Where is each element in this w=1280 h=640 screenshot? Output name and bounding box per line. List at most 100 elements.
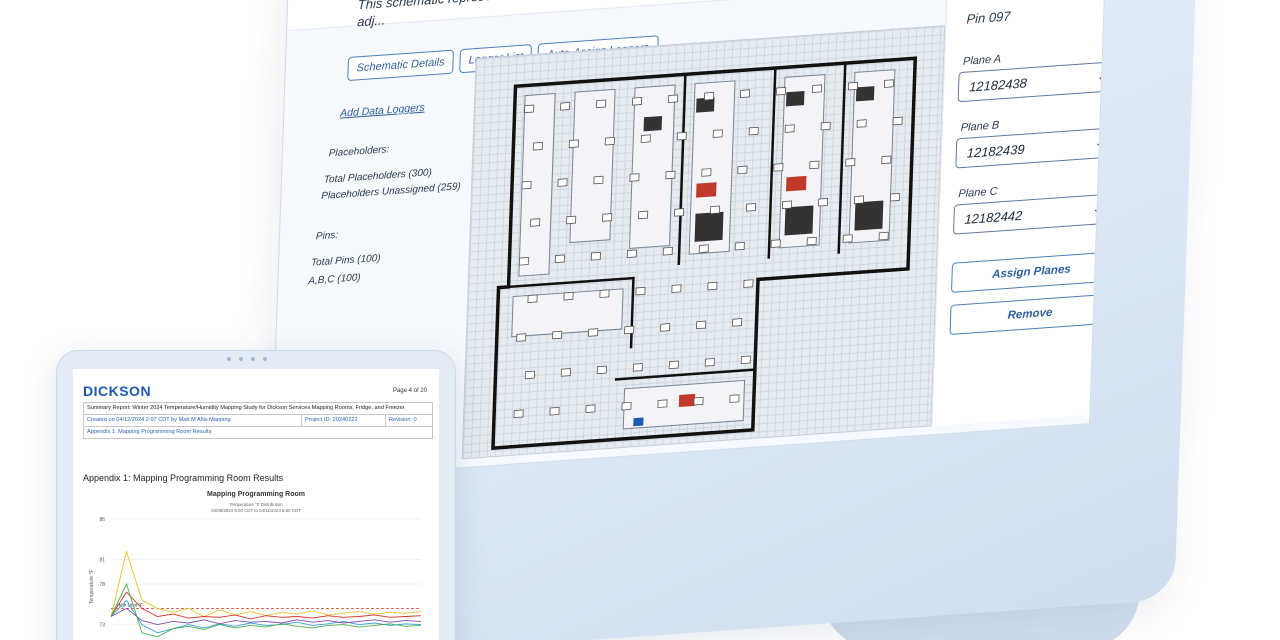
placeholder-tag[interactable] [892, 116, 903, 126]
plane-a-value: 12182438 [968, 75, 1028, 95]
placeholder-tag[interactable] [671, 284, 682, 293]
placeholder-tag[interactable] [593, 175, 604, 185]
placeholder-tag[interactable] [560, 102, 571, 111]
plane-c-select[interactable]: 12182442 ⌄ [952, 193, 1110, 235]
placeholder-tag[interactable] [624, 325, 635, 335]
placeholder-tag[interactable] [638, 210, 649, 220]
placeholder-tag[interactable] [560, 368, 571, 377]
placeholder-tag[interactable] [668, 94, 679, 103]
placeholder-tag[interactable] [585, 404, 596, 413]
tab-schematic-details[interactable]: Schematic Details [347, 49, 455, 82]
marketing-composite: This schematic represents where logg... … [0, 0, 1280, 640]
placeholder-tag[interactable] [732, 318, 743, 327]
placeholder-tag[interactable] [820, 121, 831, 131]
placeholder-tag[interactable] [883, 79, 894, 88]
placeholder-tag[interactable] [518, 257, 529, 266]
placeholder-tag[interactable] [784, 124, 795, 133]
add-data-loggers-link[interactable]: Add Data Loggers [340, 102, 425, 120]
placeholder-tag[interactable] [734, 241, 745, 251]
placeholder-tag[interactable] [590, 251, 601, 261]
plane-a-select[interactable]: 12182438 ⌄ [957, 60, 1110, 103]
placeholder-tag[interactable] [557, 178, 568, 187]
placeholder-tag[interactable] [668, 360, 679, 370]
placeholder-tag[interactable] [521, 180, 532, 190]
placeholder-tag[interactable] [748, 126, 759, 136]
placeholders-heading: Placeholders: [328, 144, 390, 160]
placeholder-tag[interactable] [693, 396, 704, 406]
placeholder-tag[interactable] [554, 254, 565, 264]
placeholder-tag[interactable] [881, 155, 892, 165]
placeholder-tag[interactable] [740, 355, 751, 365]
placeholder-tag[interactable] [811, 84, 823, 93]
pins-abc: A,B,C (100) [308, 272, 361, 287]
selected-pin-marker [633, 417, 644, 427]
assign-planes-button[interactable]: Assign Planes [950, 251, 1110, 293]
placeholder-tag[interactable] [657, 399, 668, 408]
placeholder-tag[interactable] [701, 168, 712, 177]
placeholder-tag[interactable] [635, 286, 646, 296]
placeholder-tag[interactable] [696, 320, 707, 330]
placeholder-tag[interactable] [524, 104, 535, 114]
placeholder-tag[interactable] [629, 173, 640, 182]
placeholder-tag[interactable] [552, 330, 563, 340]
y-tick-label: 78 [99, 582, 105, 588]
placeholder-tag[interactable] [712, 129, 723, 138]
placeholder-tag[interactable] [604, 136, 615, 146]
placeholder-tag[interactable] [698, 244, 709, 253]
placeholder-tag[interactable] [710, 205, 721, 215]
placeholder-tag[interactable] [856, 119, 867, 128]
placeholder-tag[interactable] [842, 234, 853, 243]
placeholder-tag[interactable] [621, 401, 632, 411]
placeholder-tag[interactable] [889, 192, 901, 202]
placeholder-tag[interactable] [602, 213, 613, 222]
pin-title: Pin 097 [966, 8, 1011, 27]
placeholder-tag[interactable] [817, 198, 829, 207]
placeholder-tag[interactable] [513, 409, 524, 419]
floor-plan-schematic[interactable] [461, 25, 946, 460]
placeholder-tag[interactable] [632, 97, 643, 106]
placeholder-tag[interactable] [596, 365, 607, 375]
placeholder-tag[interactable] [599, 289, 610, 298]
placeholder-tag[interactable] [847, 81, 859, 91]
placeholder-tag[interactable] [532, 141, 543, 151]
placeholder-tag[interactable] [773, 163, 784, 172]
remove-button[interactable]: Remove [949, 293, 1110, 335]
placeholder-tag[interactable] [775, 86, 787, 96]
placeholder-tag[interactable] [662, 246, 673, 256]
placeholder-tag[interactable] [707, 281, 718, 291]
placeholder-tag[interactable] [806, 236, 817, 246]
placeholder-tag[interactable] [527, 294, 538, 303]
placeholder-tag[interactable] [704, 358, 715, 367]
placeholder-tag[interactable] [588, 328, 599, 337]
placeholder-tag[interactable] [737, 165, 748, 175]
placeholder-tag[interactable] [632, 363, 643, 372]
placeholder-tag[interactable] [660, 323, 671, 332]
placeholder-tag[interactable] [746, 203, 757, 212]
placeholder-tag[interactable] [845, 158, 856, 167]
placeholder-tag[interactable] [782, 200, 793, 210]
placeholder-tag[interactable] [743, 279, 754, 288]
plane-b-select[interactable]: 12182439 ⌄ [955, 127, 1110, 169]
placeholder-tag[interactable] [853, 195, 865, 205]
placeholder-tag[interactable] [596, 99, 607, 109]
placeholder-tag[interactable] [568, 139, 579, 148]
pin-assignment-panel: Pin 097 Plane A 12182438 ⌄ Plane B 12182… [931, 0, 1110, 427]
placeholder-tag[interactable] [530, 218, 541, 227]
placeholder-tag[interactable] [524, 370, 535, 380]
placeholder-tag[interactable] [674, 208, 685, 217]
placeholder-tag[interactable] [516, 333, 527, 342]
appendix-title: Appendix 1: Mapping Programming Room Res… [83, 473, 284, 483]
placeholder-tag[interactable] [704, 91, 715, 101]
placeholder-tag[interactable] [770, 239, 781, 248]
placeholder-tag[interactable] [640, 134, 651, 143]
placeholder-tag[interactable] [676, 131, 687, 141]
placeholder-tag[interactable] [740, 89, 751, 98]
placeholder-tag[interactable] [549, 406, 560, 416]
placeholder-tag[interactable] [566, 215, 577, 225]
placeholder-tag[interactable] [729, 394, 740, 403]
placeholder-tag[interactable] [563, 291, 574, 301]
placeholder-tag[interactable] [665, 170, 676, 180]
placeholder-tag[interactable] [809, 160, 820, 170]
placeholder-tag[interactable] [878, 231, 889, 241]
placeholder-tag[interactable] [626, 249, 637, 258]
